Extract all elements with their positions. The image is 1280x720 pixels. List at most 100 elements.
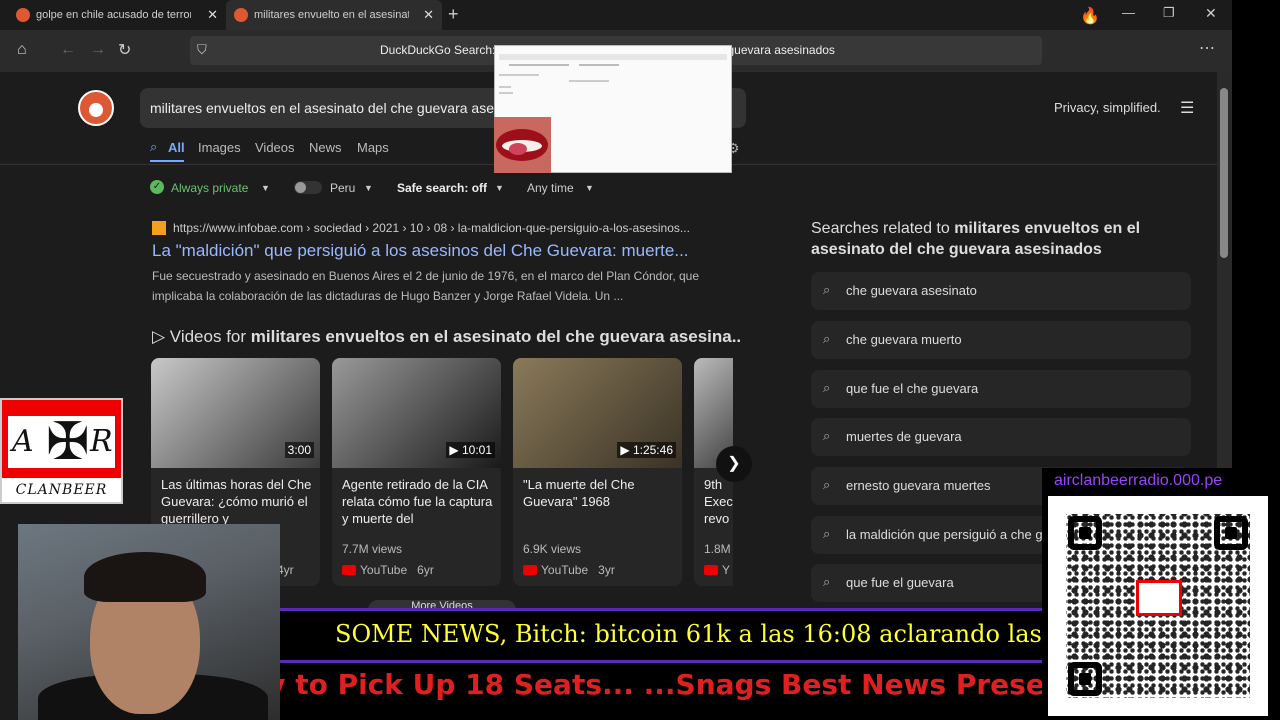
check-icon: ✓ [150, 180, 164, 194]
result-snippet: Fue secuestrado y asesinado en Buenos Ai… [152, 269, 700, 303]
close-tab-icon[interactable]: ✕ [207, 7, 218, 23]
tab-news[interactable]: News [309, 140, 342, 155]
video-card[interactable]: ▶ 1:25:46 "La muerte del Che Guevara" 19… [513, 358, 682, 586]
qr-finder-pattern [1068, 662, 1102, 696]
related-heading-prefix: Searches related to [811, 220, 955, 237]
ticker-top-text: SOME NEWS, Bitch: bitcoin 61k a las 16:0… [335, 620, 1042, 648]
search-icon: ⌕ [823, 526, 831, 541]
video-source: Y [704, 563, 730, 577]
video-title: Agente retirado de la CIA relata cómo fu… [342, 477, 493, 526]
chevron-down-icon: ▼ [364, 183, 373, 193]
logo-letter-a: A [12, 424, 34, 459]
iron-cross-icon: ✠ [46, 413, 90, 471]
play-outline-icon: ▷ [152, 327, 170, 346]
tab-label: militares envuelto en el asesinat [254, 9, 409, 21]
logo-letter-r: R [90, 424, 113, 459]
video-source-name: YouTube [541, 563, 589, 577]
reload-icon[interactable]: ↻ [118, 40, 131, 60]
video-duration-text: 1:25:46 [632, 443, 673, 457]
tab-all[interactable]: All [168, 140, 185, 155]
play-icon: ▶ [449, 443, 462, 457]
close-window-button[interactable]: ✕ [1205, 5, 1217, 22]
search-icon: ⌕ [150, 139, 158, 154]
search-icon: ⌕ [823, 574, 831, 589]
new-tab-button[interactable]: + [448, 4, 459, 25]
always-private-filter[interactable]: Always private [171, 181, 248, 195]
tab-2[interactable]: militares envuelto en el asesinat ✕ [226, 0, 442, 30]
shield-icon[interactable]: ⛉ [197, 42, 207, 58]
video-views: 1.8M [704, 542, 731, 556]
search-icon: ⌕ [823, 428, 831, 443]
person-hair [84, 552, 206, 602]
chevron-down-icon: ▼ [261, 183, 270, 193]
ticker-divider [280, 660, 1042, 663]
minimize-button[interactable]: — [1122, 5, 1135, 20]
video-duration: 3:00 [284, 442, 314, 458]
menu-icon[interactable]: ⋯ [1199, 38, 1215, 58]
duckduckgo-logo-icon[interactable] [78, 90, 114, 126]
qr-finder-pattern [1068, 516, 1102, 550]
lips-image [494, 117, 551, 173]
videos-heading[interactable]: ▷ Videos for militares envueltos en el a… [152, 327, 742, 347]
video-source-name: YouTube [360, 563, 408, 577]
related-search-text: la maldición que persiguió a che g [846, 527, 1043, 542]
webcam-feed [18, 524, 280, 720]
related-search-item[interactable]: ⌕ che guevara asesinato [811, 272, 1191, 310]
right-strip [1232, 0, 1280, 470]
result-title[interactable]: La "maldición" que persiguió a los asesi… [152, 241, 742, 261]
play-icon: ▶ [620, 443, 633, 457]
result-url[interactable]: https://www.infobae.com › sociedad › 202… [173, 221, 738, 235]
chevron-down-icon: ▼ [495, 183, 504, 193]
videos-heading-query: militares envueltos en el asesinato del … [250, 327, 742, 346]
maximize-button[interactable]: ❐ [1163, 5, 1175, 21]
related-search-text: muertes de guevara [846, 429, 962, 444]
related-search-item[interactable]: ⌕ muertes de guevara [811, 418, 1191, 456]
tab-label: golpe en chile acusado de terror [36, 9, 191, 21]
qr-center-logo [1136, 580, 1182, 616]
video-card[interactable]: ▶ 10:01 Agente retirado de la CIA relata… [332, 358, 501, 586]
region-toggle[interactable] [294, 181, 322, 194]
duckduckgo-favicon-icon [234, 8, 248, 22]
scrollbar-thumb[interactable] [1220, 88, 1228, 258]
qr-finder-pattern [1214, 516, 1248, 550]
video-views: 6.9K views [523, 542, 582, 556]
tab-images[interactable]: Images [198, 140, 241, 155]
related-search-text: che guevara muerto [846, 332, 962, 347]
tab-videos[interactable]: Videos [255, 140, 295, 155]
video-age: 3yr [598, 563, 615, 577]
preview-content [499, 54, 727, 94]
video-title: Las últimas horas del Che Guevara: ¿cómo… [161, 477, 312, 526]
youtube-icon [342, 565, 356, 575]
fire-icon[interactable]: 🔥 [1080, 6, 1100, 26]
close-tab-icon[interactable]: ✕ [423, 7, 434, 23]
tab-maps[interactable]: Maps [357, 140, 389, 155]
time-filter[interactable]: Any time [527, 181, 574, 195]
next-videos-button[interactable]: ❯ [716, 446, 752, 482]
videos-heading-prefix: Videos for [169, 327, 251, 346]
search-icon: ⌕ [823, 380, 831, 395]
video-source: YouTube 6yr [342, 563, 434, 577]
tab-1[interactable]: golpe en chile acusado de terror ✕ [8, 0, 226, 30]
related-search-item[interactable]: ⌕ que fue el che guevara [811, 370, 1191, 408]
search-icon: ⌕ [823, 477, 831, 492]
youtube-icon [704, 565, 718, 575]
video-age: 6yr [417, 563, 434, 577]
safe-search-filter[interactable]: Safe search: off [397, 181, 487, 195]
related-heading: Searches related to militares envueltos … [811, 218, 1181, 260]
chevron-down-icon: ▼ [585, 183, 594, 193]
video-source: YouTube 3yr [523, 563, 615, 577]
region-filter[interactable]: Peru [330, 181, 355, 195]
forward-icon[interactable]: → [90, 41, 106, 59]
back-icon[interactable]: ← [60, 41, 76, 59]
hamburger-menu-icon[interactable]: ☰ [1180, 98, 1194, 118]
qr-code [1048, 496, 1268, 716]
related-search-text: que fue el guevara [846, 575, 954, 590]
video-title: "La muerte del Che Guevara" 1968 [523, 477, 635, 509]
related-search-item[interactable]: ⌕ che guevara muerto [811, 321, 1191, 359]
related-search-text: che guevara asesinato [846, 283, 977, 298]
video-views: 7.7M views [342, 542, 403, 556]
logo-text: CLANBEER [15, 482, 108, 498]
lips-icon [494, 117, 551, 173]
related-search-text: que fue el che guevara [846, 381, 979, 396]
home-icon[interactable]: ⌂ [17, 41, 27, 59]
